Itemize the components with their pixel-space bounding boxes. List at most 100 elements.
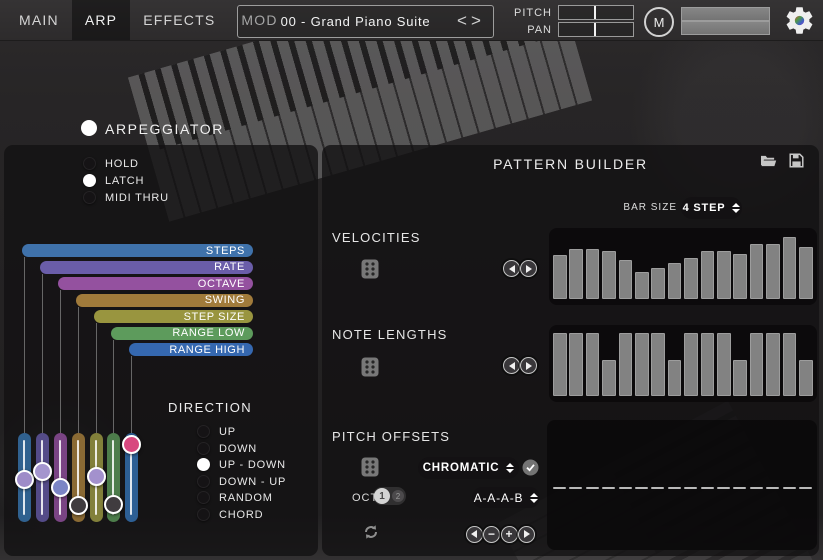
param-slider-knob-step-size[interactable] [87,467,106,486]
save-pattern-button[interactable] [789,153,804,168]
velocity-bar-8[interactable] [668,263,682,299]
param-bar-steps[interactable]: STEPS [22,244,253,257]
oct-option-1[interactable]: 1 [374,488,390,504]
direction-radio-down-up[interactable] [197,475,210,488]
pitch-offset-step-8[interactable] [668,487,681,490]
param-slider-knob-range-low[interactable] [104,495,123,514]
note-lengths-prev-button[interactable] [503,357,520,374]
note-length-bar-12[interactable] [733,360,747,396]
preset-next-button[interactable]: > [471,6,481,35]
offset-shift-right-button[interactable] [518,526,535,543]
pan-slider-handle[interactable] [594,23,596,36]
velocity-bar-3[interactable] [586,249,600,299]
note-length-bar-15[interactable] [783,333,797,396]
offset-increment-button[interactable]: + [501,526,518,543]
velocity-bar-1[interactable] [553,255,567,299]
pattern-variation-selector[interactable]: A-A-A-B [472,487,540,508]
scale-selector[interactable]: CHROMATIC [418,457,519,479]
pitch-offsets-randomize-button[interactable] [361,457,379,477]
tab-arp[interactable]: ARP [72,0,130,40]
param-slider-knob-range-high[interactable] [122,435,141,454]
note-length-bar-14[interactable] [766,333,780,396]
arpeggiator-toggle[interactable] [81,120,97,136]
note-lengths-chart[interactable] [549,325,817,402]
note-length-bar-1[interactable] [553,333,567,396]
note-lengths-next-button[interactable] [520,357,537,374]
bar-size-stepper[interactable]: 4 STEP [681,197,742,219]
velocity-bar-11[interactable] [717,251,731,299]
pitch-offset-step-4[interactable] [602,487,615,490]
velocity-bar-7[interactable] [651,268,665,299]
note-length-bar-3[interactable] [586,333,600,396]
oct-option-2[interactable]: 2 [392,490,404,502]
note-length-bar-7[interactable] [651,333,665,396]
pitch-offset-step-5[interactable] [619,487,632,490]
pitch-offset-step-3[interactable] [586,487,599,490]
velocity-bar-14[interactable] [766,244,780,299]
velocity-bar-10[interactable] [701,251,715,299]
preset-selector[interactable]: 00 - Grand Piano Suite < > [237,5,494,38]
pitch-offset-step-14[interactable] [766,487,779,490]
mode-radio-hold[interactable] [83,157,96,170]
note-length-bar-10[interactable] [701,333,715,396]
note-length-bar-5[interactable] [619,333,633,396]
velocities-chart[interactable] [549,228,817,305]
velocity-bar-2[interactable] [569,249,583,299]
direction-radio-up[interactable] [197,425,210,438]
mute-button[interactable]: M [644,7,674,37]
pitch-offset-step-7[interactable] [651,487,664,490]
tab-main[interactable]: MAIN [6,0,72,40]
note-length-bar-13[interactable] [750,333,764,396]
pitch-offset-step-10[interactable] [701,487,714,490]
apply-scale-button[interactable] [522,459,539,476]
velocity-bar-4[interactable] [602,251,616,299]
offset-shift-left-button[interactable] [466,526,483,543]
pitch-offset-step-12[interactable] [733,487,746,490]
velocity-bar-6[interactable] [635,272,649,299]
direction-radio-up-down[interactable] [197,458,210,471]
pan-slider[interactable] [558,22,634,37]
stepper-arrows-icon[interactable] [732,203,740,213]
pitch-offset-step-15[interactable] [783,487,796,490]
param-slider-knob-steps[interactable] [15,470,34,489]
velocity-bar-9[interactable] [684,258,698,299]
param-slider-knob-swing[interactable] [69,496,88,515]
note-length-bar-11[interactable] [717,333,731,396]
mode-radio-midi-thru[interactable] [83,191,96,204]
offset-decrement-button[interactable]: − [483,526,500,543]
note-length-bar-4[interactable] [602,360,616,396]
note-length-bar-16[interactable] [799,360,813,396]
direction-radio-chord[interactable] [197,508,210,521]
note-length-bar-8[interactable] [668,360,682,396]
note-length-bar-6[interactable] [635,333,649,396]
velocity-bar-12[interactable] [733,254,747,300]
param-bar-rate[interactable]: RATE [40,261,253,274]
load-pattern-button[interactable] [760,153,777,168]
velocity-bar-16[interactable] [799,247,813,299]
velocities-next-button[interactable] [520,260,537,277]
pitch-offset-step-13[interactable] [750,487,763,490]
oct-toggle[interactable]: 1 2 [373,487,406,505]
pitch-offset-step-11[interactable] [717,487,730,490]
pitch-offset-step-16[interactable] [799,487,812,490]
preset-prev-button[interactable]: < [457,6,467,35]
velocity-bar-5[interactable] [619,260,633,299]
param-slider-knob-rate[interactable] [33,462,52,481]
note-lengths-randomize-button[interactable] [361,357,379,377]
note-length-bar-9[interactable] [684,333,698,396]
pitch-offset-step-6[interactable] [635,487,648,490]
param-slider-knob-octave[interactable] [51,478,70,497]
velocity-bar-15[interactable] [783,237,797,299]
pitch-offset-step-1[interactable] [553,487,566,490]
param-bar-swing[interactable]: SWING [76,294,253,307]
direction-radio-random[interactable] [197,491,210,504]
velocities-prev-button[interactable] [503,260,520,277]
note-length-bar-2[interactable] [569,333,583,396]
settings-button[interactable] [783,4,816,37]
mode-radio-latch[interactable] [83,174,96,187]
param-bar-range-low[interactable]: RANGE LOW [111,327,253,340]
velocities-randomize-button[interactable] [361,259,379,279]
pitch-offset-step-9[interactable] [684,487,697,490]
direction-radio-down[interactable] [197,442,210,455]
param-bar-step-size[interactable]: STEP SIZE [94,310,253,323]
